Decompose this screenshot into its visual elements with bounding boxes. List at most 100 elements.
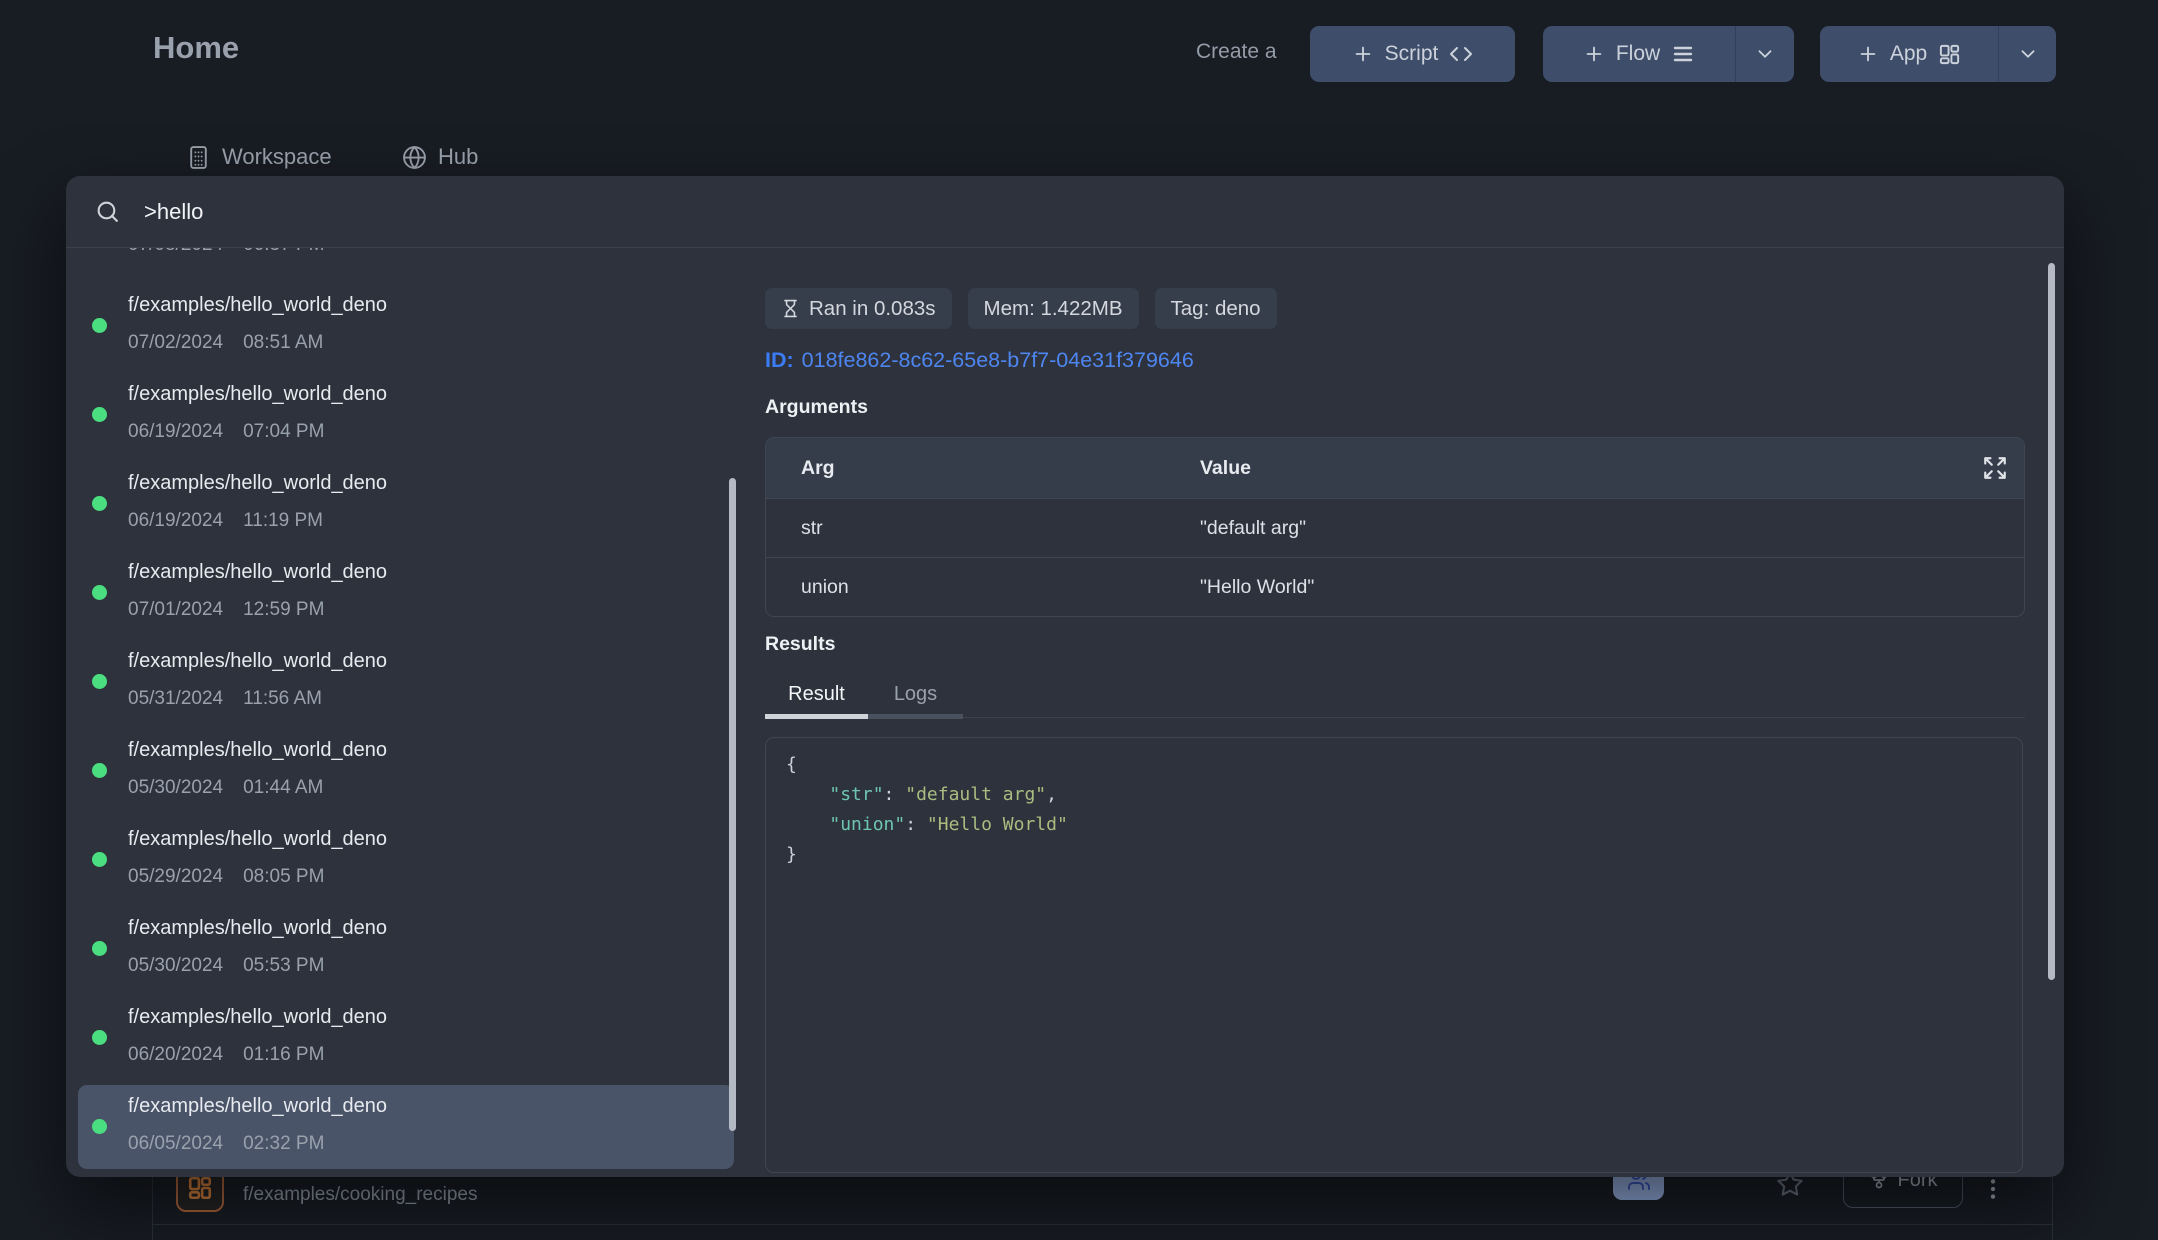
run-item-date: 05/30/2024 bbox=[128, 777, 223, 798]
run-id-value[interactable]: 018fe862-8c62-65e8-b7f7-04e31f379646 bbox=[802, 348, 1194, 372]
tag-badge-label: Tag: deno bbox=[1171, 297, 1261, 321]
search-bar bbox=[66, 176, 2064, 248]
argument-row: union "Hello World" bbox=[766, 557, 2024, 616]
arguments-table: Arg Value str "default arg" union "Hello… bbox=[765, 437, 2025, 617]
create-flow-dropdown-button[interactable] bbox=[1735, 26, 1794, 82]
success-dot-icon bbox=[92, 852, 107, 867]
run-item-time: 11:56 AM bbox=[243, 688, 322, 709]
success-dot-icon bbox=[92, 318, 107, 333]
value-column-header: Value bbox=[1200, 457, 1251, 480]
tab-hub[interactable]: Hub bbox=[402, 144, 478, 170]
run-item-time: 11:19 PM bbox=[243, 510, 323, 531]
chevron-down-icon bbox=[1754, 43, 1776, 65]
run-item-time: 08:05 PM bbox=[243, 866, 324, 887]
create-app-button[interactable]: App bbox=[1820, 26, 1998, 82]
run-list-item[interactable]: f/examples/hello_world_deno 06/05/202402… bbox=[78, 1085, 734, 1169]
run-item-time: 05:53 PM bbox=[243, 955, 324, 976]
run-list-item[interactable]: f/examples/hello_world_deno 05/30/202405… bbox=[78, 907, 734, 991]
create-app-label: App bbox=[1890, 42, 1927, 66]
command-palette-overlay: 07/08/202406:37 PM f/examples/hello_worl… bbox=[66, 176, 2064, 1177]
run-item-time: 07:04 PM bbox=[243, 421, 324, 442]
success-dot-icon bbox=[92, 941, 107, 956]
run-list-item[interactable]: f/examples/hello_world_deno 05/31/202411… bbox=[78, 640, 734, 724]
globe-icon bbox=[402, 145, 427, 170]
run-item-when: 06/20/202401:16 PM bbox=[128, 1044, 324, 1066]
memory-badge: Mem: 1.422MB bbox=[968, 288, 1139, 329]
run-item-when: 05/30/2024 01:44 AM bbox=[128, 777, 323, 799]
plus-icon bbox=[1857, 43, 1879, 65]
flow-icon bbox=[1671, 42, 1695, 66]
success-dot-icon bbox=[92, 585, 107, 600]
success-dot-icon bbox=[92, 496, 107, 511]
run-item-date: 05/30/2024 bbox=[128, 955, 223, 976]
result-panel: { "str": "default arg", "union": "Hello … bbox=[765, 737, 2023, 1173]
run-list-scrollbar[interactable] bbox=[729, 478, 736, 1131]
run-item-partial-date: 07/08/202406:37 PM bbox=[128, 248, 324, 256]
run-item-time: 02:32 PM bbox=[243, 1133, 324, 1154]
create-script-label: Script bbox=[1385, 42, 1439, 66]
run-item-time: 01:44 AM bbox=[243, 777, 323, 798]
success-dot-icon bbox=[92, 407, 107, 422]
run-item-when: 07/02/202408:51 AM bbox=[128, 332, 323, 354]
create-flow-button[interactable]: Flow bbox=[1543, 26, 1735, 82]
arg-cell: str bbox=[766, 517, 1200, 540]
tab-logs[interactable]: Logs bbox=[868, 676, 963, 712]
run-id-label: ID: bbox=[765, 348, 794, 372]
hourglass-icon bbox=[781, 299, 800, 318]
tab-workspace-label: Workspace bbox=[222, 144, 332, 170]
run-item-when: 05/30/2024 05:53 PM bbox=[128, 955, 324, 977]
run-list-item[interactable]: f/examples/hello_world_deno 05/30/2024 01… bbox=[78, 729, 734, 813]
create-script-button[interactable]: Script bbox=[1310, 26, 1515, 82]
results-tabs: Result Logs bbox=[765, 676, 2025, 718]
create-flow-button-group: Flow bbox=[1543, 26, 1794, 82]
arguments-table-header: Arg Value bbox=[766, 438, 2024, 498]
active-tab-underline bbox=[765, 714, 868, 719]
arg-column-header: Arg bbox=[766, 457, 1200, 480]
run-list-item[interactable]: f/examples/hello_world_deno 06/20/202401… bbox=[78, 996, 734, 1080]
arguments-section-label: Arguments bbox=[765, 396, 868, 419]
run-item-date: 05/29/2024 bbox=[128, 866, 223, 887]
run-item-path: f/examples/hello_world_deno bbox=[128, 917, 387, 940]
value-cell: "default arg" bbox=[1200, 517, 1306, 540]
run-list-item[interactable]: f/examples/hello_world_deno 06/19/202411… bbox=[78, 462, 734, 546]
run-item-date: 07/02/2024 bbox=[128, 332, 223, 353]
search-input[interactable] bbox=[142, 198, 1046, 226]
run-list-item[interactable]: f/examples/hello_world_deno 05/29/202408… bbox=[78, 818, 734, 902]
run-id-row: ID: 018fe862-8c62-65e8-b7f7-04e31f379646 bbox=[765, 348, 1194, 373]
run-item-path: f/examples/hello_world_deno bbox=[128, 294, 387, 317]
success-dot-icon bbox=[92, 763, 107, 778]
detail-scrollbar[interactable] bbox=[2048, 263, 2055, 980]
success-dot-icon bbox=[92, 674, 107, 689]
run-item-path: f/examples/hello_world_deno bbox=[128, 561, 387, 584]
run-item-date: 06/20/2024 bbox=[128, 1044, 223, 1065]
run-item-when: 07/01/202412:59 PM bbox=[128, 599, 324, 621]
success-dot-icon bbox=[92, 1030, 107, 1045]
page-title: Home bbox=[153, 30, 239, 66]
run-list: 07/08/202406:37 PM f/examples/hello_worl… bbox=[66, 248, 740, 1177]
run-list-item[interactable]: f/examples/hello_world_deno 06/19/202407… bbox=[78, 373, 734, 457]
run-item-date: 06/19/2024 bbox=[128, 510, 223, 531]
more-options-icon[interactable] bbox=[1980, 1176, 2006, 1202]
memory-badge-label: Mem: 1.422MB bbox=[984, 297, 1123, 321]
tab-result[interactable]: Result bbox=[765, 676, 868, 712]
plus-icon bbox=[1352, 43, 1374, 65]
run-item-when: 05/31/202411:56 AM bbox=[128, 688, 322, 710]
run-item-when: 06/19/2024 11:19 PM bbox=[128, 510, 323, 532]
expand-icon[interactable] bbox=[1982, 455, 2008, 481]
run-list-item[interactable]: f/examples/hello_world_deno 07/01/202412… bbox=[78, 551, 734, 635]
run-item-path: f/examples/hello_world_deno bbox=[128, 739, 387, 762]
value-cell: "Hello World" bbox=[1200, 576, 1314, 599]
run-item-path: f/examples/hello_world_deno bbox=[128, 650, 387, 673]
run-list-item[interactable]: f/examples/hello_world_deno 07/02/202408… bbox=[78, 284, 734, 368]
run-item-when: 06/19/202407:04 PM bbox=[128, 421, 324, 443]
dashboard-grid-icon bbox=[1938, 43, 1961, 66]
arg-cell: union bbox=[766, 576, 1200, 599]
duration-badge-label: Ran in 0.083s bbox=[809, 297, 936, 321]
tab-workspace[interactable]: Workspace bbox=[186, 144, 332, 170]
plus-icon bbox=[1583, 43, 1605, 65]
create-app-dropdown-button[interactable] bbox=[1998, 26, 2056, 82]
success-dot-icon bbox=[92, 1119, 107, 1134]
tag-badge: Tag: deno bbox=[1155, 288, 1277, 329]
screen: Home Create a Script Flow bbox=[0, 0, 2158, 1240]
run-item-path: f/examples/hello_world_deno bbox=[128, 1095, 387, 1118]
